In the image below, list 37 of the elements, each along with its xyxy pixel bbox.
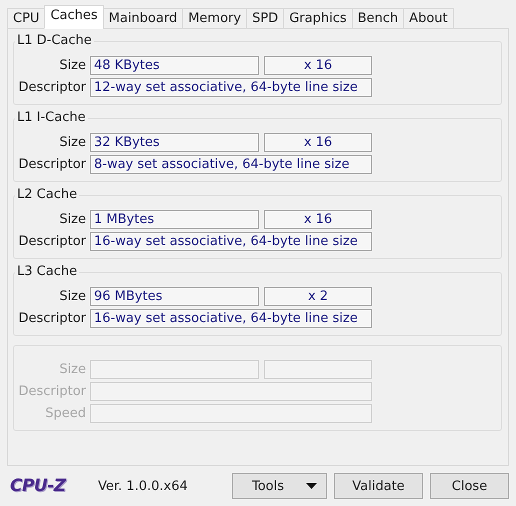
input-field[interactable]: x 16 (264, 56, 372, 75)
dropdown-caret-icon (306, 483, 318, 489)
group-title: L2 Cache (16, 187, 78, 203)
field-label: Descriptor (17, 383, 86, 401)
field-label: Descriptor (17, 310, 86, 328)
dialog-button[interactable]: Close (430, 473, 509, 499)
input-field[interactable]: 12-way set associative, 64-byte line size (90, 78, 372, 97)
tab[interactable]: About (403, 8, 454, 29)
menu-button[interactable]: Tools (232, 473, 327, 499)
field-label: Descriptor (17, 156, 86, 174)
field-label: Size (58, 211, 86, 229)
app-logo: CPU-Z (10, 476, 68, 496)
field-label: Speed (44, 405, 86, 423)
input-field[interactable]: x 2 (264, 287, 372, 306)
input-field[interactable]: 32 KBytes (90, 133, 259, 152)
tab[interactable]: Caches (44, 5, 104, 29)
input-field[interactable]: 1 MBytes (90, 210, 259, 229)
input-field[interactable]: 16-way set associative, 64-byte line size (90, 232, 372, 251)
input-field[interactable]: x 16 (264, 210, 372, 229)
field-label: Size (58, 288, 86, 306)
input-field[interactable]: 96 MBytes (90, 287, 259, 306)
dialog-button[interactable]: Validate (334, 473, 423, 499)
group-title: L1 I-Cache (16, 110, 87, 126)
field-label: Size (58, 361, 86, 379)
tab[interactable]: CPU (7, 8, 46, 29)
input-field[interactable]: 16-way set associative, 64-byte line size (90, 309, 372, 328)
group-title: L3 Cache (16, 264, 78, 280)
field-label: Descriptor (17, 233, 86, 251)
field-label: Size (58, 134, 86, 152)
tab[interactable]: Mainboard (102, 8, 184, 29)
field-label: Size (58, 57, 86, 75)
input-field[interactable]: 8-way set associative, 64-byte line size (90, 155, 372, 174)
input-field[interactable]: 48 KBytes (90, 56, 259, 75)
input-field[interactable]: x 16 (264, 133, 372, 152)
field-label: Descriptor (17, 79, 86, 97)
group-title: L1 D-Cache (16, 33, 93, 49)
version-label: Ver. 1.0.0.x64 (98, 478, 189, 494)
